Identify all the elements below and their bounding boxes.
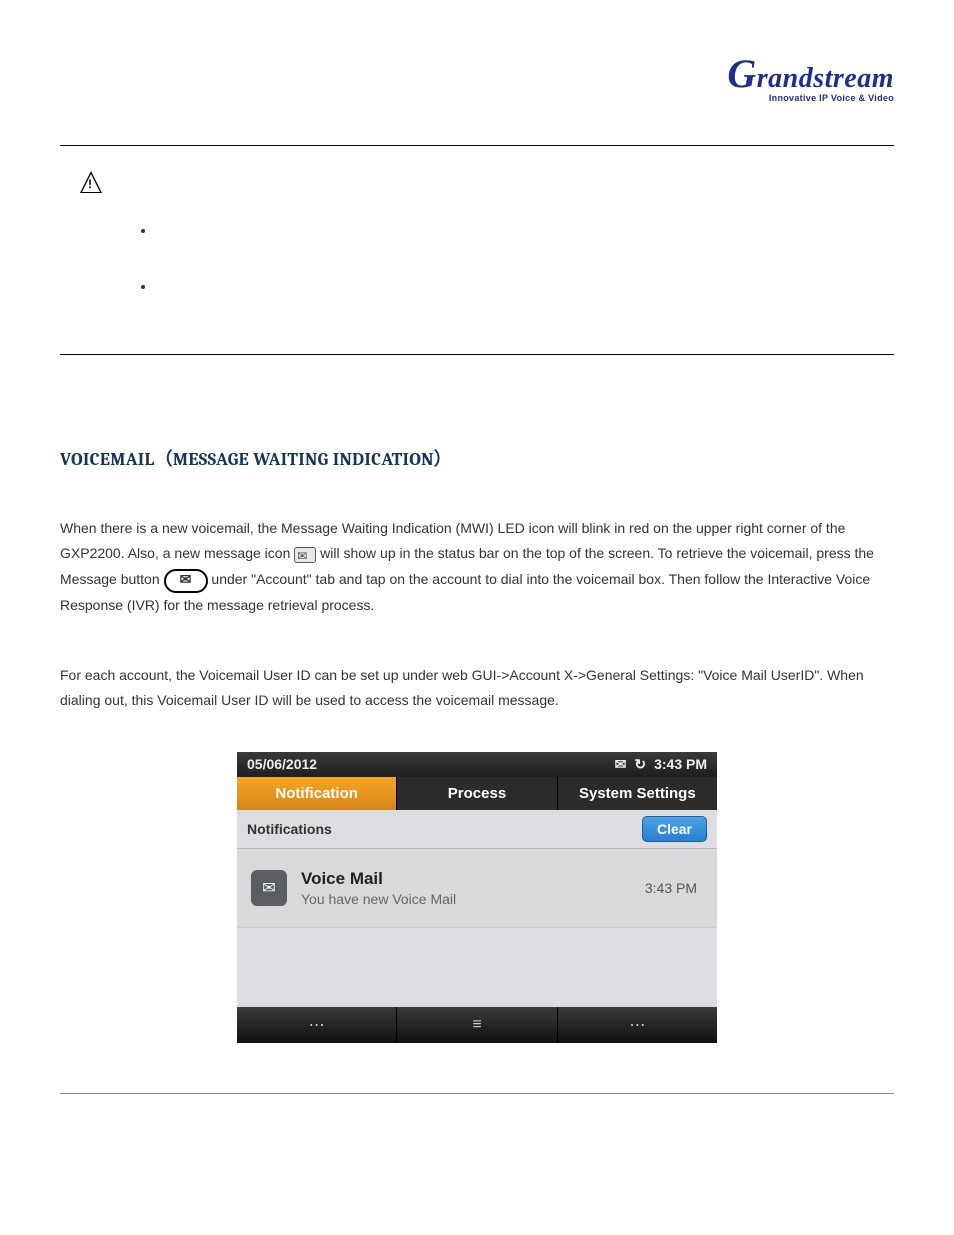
new-message-icon	[294, 542, 316, 567]
footer-divider	[60, 1093, 894, 1094]
notification-text: Voice Mail You have new Voice Mail	[301, 869, 456, 907]
divider-top	[60, 145, 894, 146]
body-paragraph-1: When there is a new voicemail, the Messa…	[60, 516, 894, 618]
brand-name: GGrandstreamrandstream	[727, 50, 894, 97]
divider-bottom	[60, 354, 894, 355]
status-time: 3:43 PM	[654, 756, 707, 772]
body-paragraph-2: For each account, the Voicemail User ID …	[60, 663, 894, 713]
tab-process[interactable]: Process	[397, 777, 557, 810]
nav-more-icon[interactable]: ⋯	[558, 1007, 717, 1043]
nav-menu-icon[interactable]: ≡	[397, 1007, 557, 1043]
status-bar: 05/06/2012 ✉ ↻ 3:43 PM	[237, 752, 717, 777]
tab-system-settings[interactable]: System Settings	[558, 777, 717, 810]
notifications-subheader: Notifications Clear	[237, 810, 717, 849]
clear-button[interactable]: Clear	[642, 816, 707, 842]
tab-notification[interactable]: Notification	[237, 777, 397, 810]
note-item	[156, 278, 894, 294]
notification-time: 3:43 PM	[645, 880, 703, 896]
voicemail-status-icon: ✉	[615, 756, 627, 773]
notification-subtitle: You have new Voice Mail	[301, 891, 456, 907]
brand-logo: GGrandstreamrandstream Innovative IP Voi…	[727, 50, 894, 103]
tab-bar: Notification Process System Settings	[237, 777, 717, 810]
note-item	[156, 222, 894, 238]
notification-row[interactable]: ✉ Voice Mail You have new Voice Mail 3:4…	[237, 849, 717, 927]
notification-title: Voice Mail	[301, 869, 456, 889]
note-list	[156, 222, 894, 294]
device-screenshot: 05/06/2012 ✉ ↻ 3:43 PM Notification Proc…	[237, 752, 717, 1043]
message-button-icon	[164, 568, 208, 593]
voicemail-row-icon: ✉	[251, 870, 287, 906]
refresh-icon: ↻	[634, 756, 646, 773]
notification-empty-area	[237, 927, 717, 1007]
warning-icon: !	[80, 171, 102, 193]
nav-bar: ⋯ ≡ ⋯	[237, 1007, 717, 1043]
section-heading: VOICEMAIL（MESSAGE WAITING INDICATION）	[60, 445, 894, 471]
notifications-label: Notifications	[247, 821, 642, 837]
status-date: 05/06/2012	[247, 756, 607, 772]
nav-home-icon[interactable]: ⋯	[237, 1007, 397, 1043]
